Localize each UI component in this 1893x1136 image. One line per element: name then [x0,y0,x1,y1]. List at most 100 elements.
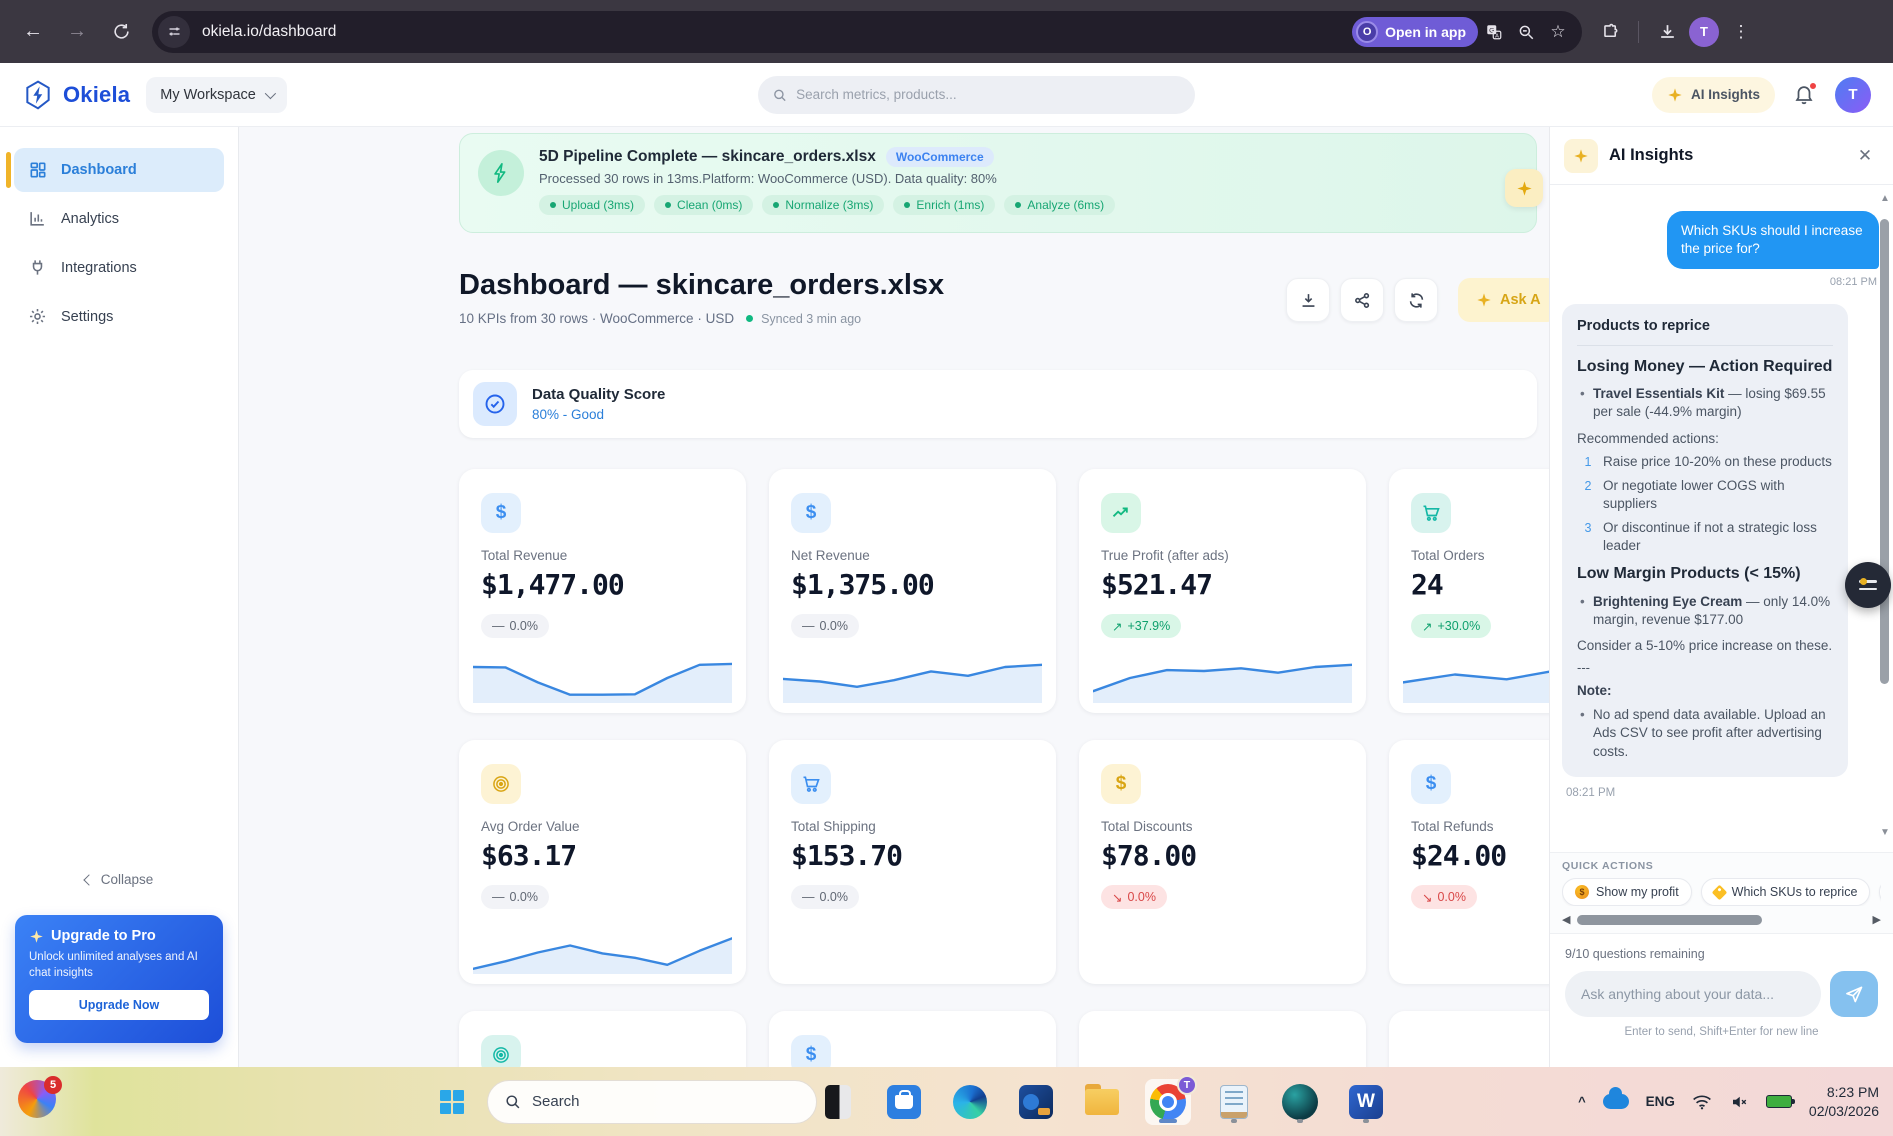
sidebar-item-analytics[interactable]: Analytics [14,197,224,241]
taskbar-app-explorer[interactable] [1079,1079,1125,1125]
scroll-left-icon[interactable]: ◀ [1562,913,1570,926]
kpi-delta-badge: +30.0% [1411,614,1492,638]
quick-actions-scrollbar[interactable]: ◀ ▶ [1562,913,1881,926]
user-avatar[interactable]: T [1835,76,1871,113]
browser-forward-button[interactable]: → [58,13,96,51]
platform-badge: WooCommerce [885,147,994,167]
collapse-label: Collapse [100,872,154,887]
address-bar[interactable]: okiela.io/dashboard O Open in app GA ☆ [152,10,1582,53]
lightning-icon [478,150,524,196]
ai-insights-button[interactable]: AI Insights [1651,76,1775,113]
search-input[interactable] [796,87,1181,102]
start-button[interactable] [429,1079,475,1125]
scroll-up-icon[interactable]: ▲ [1878,193,1892,205]
scroll-down-icon[interactable]: ▼ [1878,827,1892,839]
ai-response-card: Products to reprice Losing Money — Actio… [1562,303,1848,777]
taskbar-search[interactable]: Search [487,1079,817,1124]
kpi-value: $521.47 [1101,568,1213,601]
chevron-down-icon [264,87,276,99]
sidebar-item-dashboard[interactable]: Dashboard [6,148,224,192]
sidebar-item-integrations[interactable]: Integrations [14,246,224,290]
sidebar-collapse-button[interactable]: Collapse [0,872,238,887]
refresh-button[interactable] [1394,278,1438,322]
workspace-selector[interactable]: My Workspace [146,76,287,113]
quick-action-reprice[interactable]: Which SKUs to reprice [1700,878,1871,906]
browser-toolbar: ← → okiela.io/dashboard O Open in app GA… [0,0,1893,63]
brand-name: Okiela [63,81,131,107]
volume-muted-icon[interactable] [1729,1093,1749,1111]
action-item: Or negotiate lower COGS with suppliers [1603,478,1785,511]
taskbar-app-phone[interactable] [815,1079,861,1125]
browser-back-button[interactable]: ← [14,13,52,51]
zoom-icon[interactable] [1510,16,1542,48]
recommended-actions-label: Recommended actions: [1577,430,1719,446]
upgrade-now-button[interactable]: Upgrade Now [29,990,209,1021]
ask-ai-button[interactable]: Ask A [1458,278,1559,322]
chat-scrollbar[interactable]: ▲ ▼ [1878,193,1892,843]
browser-reload-button[interactable] [102,13,140,51]
wifi-icon[interactable] [1692,1094,1712,1110]
onedrive-icon[interactable] [1602,1087,1629,1109]
stage-pill: Upload (3ms) [539,195,646,215]
downloads-icon[interactable] [1651,16,1683,48]
quick-action-show-profit[interactable]: $ Show my profit [1562,878,1692,906]
windows-taskbar: 5 Search T W ^ ENG 8:23 PM 02/03/2026 [0,1067,1893,1136]
clipchamp-icon [1282,1083,1318,1120]
scrollbar-track[interactable] [1577,914,1865,925]
banner-title: 5D Pipeline Complete — skincare_orders.x… [539,148,876,165]
sparkle-icon [1516,180,1532,196]
chat-input[interactable] [1565,971,1821,1017]
scrollbar-thumb[interactable] [1880,219,1889,684]
url-text[interactable]: okiela.io/dashboard [202,23,1352,41]
kpi-card-total-revenue: $ Total Revenue $1,477.00 0.0% [459,469,746,713]
taskbar-app-edge[interactable] [947,1079,993,1125]
dollar-icon: $ [481,493,521,533]
search-icon [774,89,786,101]
taskbar-app-notepad[interactable] [1211,1079,1257,1125]
send-button[interactable] [1830,971,1878,1017]
open-in-app-button[interactable]: O Open in app [1352,16,1478,47]
sidebar-item-label: Analytics [61,211,120,227]
extensions-icon[interactable] [1594,16,1626,48]
kpi-delta-badge: 0.0% [791,885,859,909]
taskbar-app-store[interactable] [881,1079,927,1125]
sidebar-item-settings[interactable]: Settings [14,295,224,339]
taskbar-app-word[interactable]: W [1343,1079,1389,1125]
browser-menu-icon[interactable]: ⋮ [1725,16,1757,48]
tray-expand-icon[interactable]: ^ [1578,1094,1586,1109]
notepad-icon [1220,1084,1248,1119]
battery-icon[interactable] [1765,1095,1796,1108]
site-settings-icon[interactable] [158,15,190,48]
word-icon: W [1349,1084,1383,1119]
taskbar-app-chrome[interactable]: T [1145,1074,1197,1125]
kpi-card-true-profit: True Profit (after ads) $521.47 +37.9% [1079,469,1366,713]
bookmark-star-icon[interactable]: ☆ [1542,16,1574,48]
sparkline-chart [1093,651,1352,703]
browser-profile-avatar[interactable]: T [1689,16,1719,47]
cart-icon [1411,493,1451,533]
notifications-button[interactable] [1793,81,1817,107]
file-explorer-icon [1085,1083,1119,1115]
quick-action-partial[interactable] [1879,878,1881,906]
sparkle-icon [1668,87,1682,102]
brand-logo[interactable]: Okiela [22,79,130,111]
taskbar-app-clipchamp[interactable] [1277,1079,1323,1125]
scroll-right-icon[interactable]: ▶ [1873,913,1881,926]
svg-text:A: A [1495,33,1499,39]
global-search[interactable] [758,75,1195,114]
export-download-button[interactable] [1286,278,1330,322]
scrollbar-thumb[interactable] [1577,914,1762,925]
taskbar-widget-button[interactable]: 5 [18,1076,62,1122]
taskbar-clock[interactable]: 8:23 PM 02/03/2026 [1809,1083,1879,1119]
language-indicator[interactable]: ENG [1646,1094,1675,1109]
translate-icon[interactable]: GA [1478,16,1510,48]
kpi-label: True Profit (after ads) [1101,548,1229,563]
floating-settings-button[interactable] [1845,562,1891,608]
divider [1577,344,1833,346]
share-button[interactable] [1340,278,1384,322]
close-icon[interactable]: ✕ [1851,142,1879,170]
taskbar-app-outlook[interactable] [1013,1079,1059,1125]
data-quality-title: Data Quality Score [532,386,666,403]
kpi-delta-badge: 0.0% [1411,885,1477,909]
ask-ai-mini-button[interactable] [1505,169,1543,207]
